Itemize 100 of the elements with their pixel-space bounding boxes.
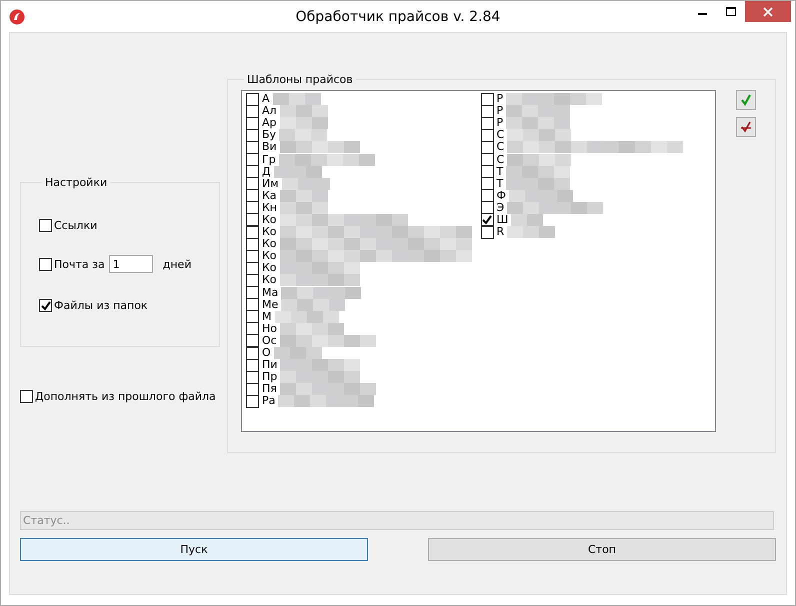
close-icon	[763, 6, 773, 16]
checkbox[interactable]	[39, 219, 52, 232]
checkbox[interactable]	[480, 189, 494, 202]
checkbox[interactable]	[39, 258, 52, 270]
checkbox[interactable]	[246, 201, 259, 214]
checkbox[interactable]	[246, 346, 259, 360]
checkbox[interactable]	[480, 92, 494, 106]
checkbox-label: Файлы из папок	[54, 299, 148, 312]
template-label: Т	[496, 166, 504, 178]
checkbox[interactable]	[39, 299, 52, 312]
template-label: Пя	[262, 383, 277, 396]
template-label: Ра	[262, 395, 276, 408]
pixelation-mosaic	[281, 298, 346, 311]
template-label: О	[262, 347, 271, 360]
checkbox[interactable]	[246, 298, 259, 312]
days-field[interactable]: 1	[108, 255, 153, 273]
template-label: М	[262, 310, 272, 323]
template-label: Ар	[262, 117, 277, 130]
checkbox[interactable]	[246, 177, 259, 190]
checkbox[interactable]	[246, 238, 259, 251]
template-label: Э	[496, 202, 504, 214]
template-label: Ко	[262, 274, 277, 286]
close-button[interactable]	[745, 1, 791, 22]
checkbox[interactable]	[246, 153, 259, 166]
checkbox[interactable]	[480, 128, 494, 142]
checkbox[interactable]	[246, 128, 259, 142]
checkbox[interactable]	[246, 226, 259, 239]
checkbox[interactable]	[246, 286, 259, 300]
checkbox[interactable]	[480, 116, 494, 130]
template-label: Ал	[262, 105, 277, 118]
pixelation-mosaic	[506, 166, 570, 178]
template-label: Ко	[262, 226, 277, 238]
template-label: Ос	[262, 334, 277, 347]
pixelation-mosaic	[280, 117, 328, 130]
group-title: Шаблоны прайсов	[246, 73, 354, 86]
unit-label: дней	[162, 258, 192, 270]
checkbox[interactable]	[480, 104, 494, 118]
checkmark-icon	[740, 94, 752, 106]
template-label: Р	[496, 117, 504, 130]
template-label: С	[496, 141, 504, 154]
check-all-button[interactable]	[736, 90, 756, 110]
template-label: Ко	[262, 250, 277, 262]
template-label: Ви	[262, 141, 277, 154]
checkbox-label: Ссылки	[54, 219, 98, 232]
action-button[interactable]: Пуск	[20, 538, 368, 561]
uncheck-all-button[interactable]	[736, 117, 756, 137]
checkbox[interactable]	[246, 382, 259, 396]
template-label: Р	[496, 93, 504, 106]
template-label: Ш	[496, 214, 508, 226]
pixelation-mosaic	[282, 178, 330, 190]
checkbox[interactable]	[20, 390, 33, 403]
template-label: Но	[262, 322, 278, 335]
checkbox[interactable]	[246, 322, 259, 336]
template-label: Бу	[262, 129, 276, 142]
template-label: Т	[496, 178, 504, 190]
template-label: Ка	[262, 190, 277, 202]
checkbox[interactable]	[480, 177, 494, 190]
template-label: Пр	[262, 371, 278, 384]
checkbox[interactable]	[246, 165, 259, 178]
checkbox-label: Дополнять из прошлого файла	[35, 390, 216, 403]
checkbox[interactable]	[480, 165, 494, 178]
template-label: Ма	[262, 286, 278, 299]
checkbox[interactable]	[246, 104, 259, 118]
template-label: Д	[262, 166, 271, 178]
template-label: Кн	[262, 202, 278, 214]
checkbox[interactable]	[246, 116, 259, 130]
checkbox[interactable]	[480, 140, 494, 154]
template-label: Им	[262, 178, 279, 190]
checkbox-label: Почта за	[54, 258, 105, 270]
checkbox[interactable]	[480, 201, 494, 214]
template-label: Ме	[262, 298, 278, 311]
pixelation-mosaic	[506, 117, 570, 130]
pixelation-mosaic	[272, 93, 321, 106]
template-label: Ко	[262, 214, 277, 226]
checkbox[interactable]	[246, 213, 259, 226]
template-label: Р	[496, 105, 504, 118]
template-label: С	[496, 154, 504, 166]
checkbox[interactable]	[246, 358, 259, 372]
action-button[interactable]: Стоп	[428, 538, 776, 561]
status-field[interactable]: Статус..	[20, 511, 774, 530]
checkbox[interactable]	[246, 250, 259, 263]
checkbox[interactable]	[246, 310, 259, 324]
checkbox[interactable]	[246, 189, 259, 202]
checkbox[interactable]	[480, 153, 494, 166]
template-label: А	[262, 93, 270, 106]
crossed-checkmark-icon	[740, 121, 752, 133]
template-label: Ко	[262, 262, 277, 274]
checkbox[interactable]	[246, 92, 259, 106]
checkbox[interactable]	[246, 274, 259, 287]
template-label: R	[496, 226, 504, 238]
checkbox[interactable]	[246, 140, 259, 154]
checkbox[interactable]	[246, 262, 259, 275]
pixelation-mosaic	[274, 310, 338, 323]
checkbox[interactable]	[480, 213, 494, 226]
pixelation-mosaic	[280, 105, 328, 118]
checkbox[interactable]	[246, 394, 259, 408]
template-label: Гр	[262, 154, 276, 166]
checkbox[interactable]	[480, 226, 494, 239]
checkbox[interactable]	[246, 334, 259, 348]
checkbox[interactable]	[246, 370, 259, 384]
